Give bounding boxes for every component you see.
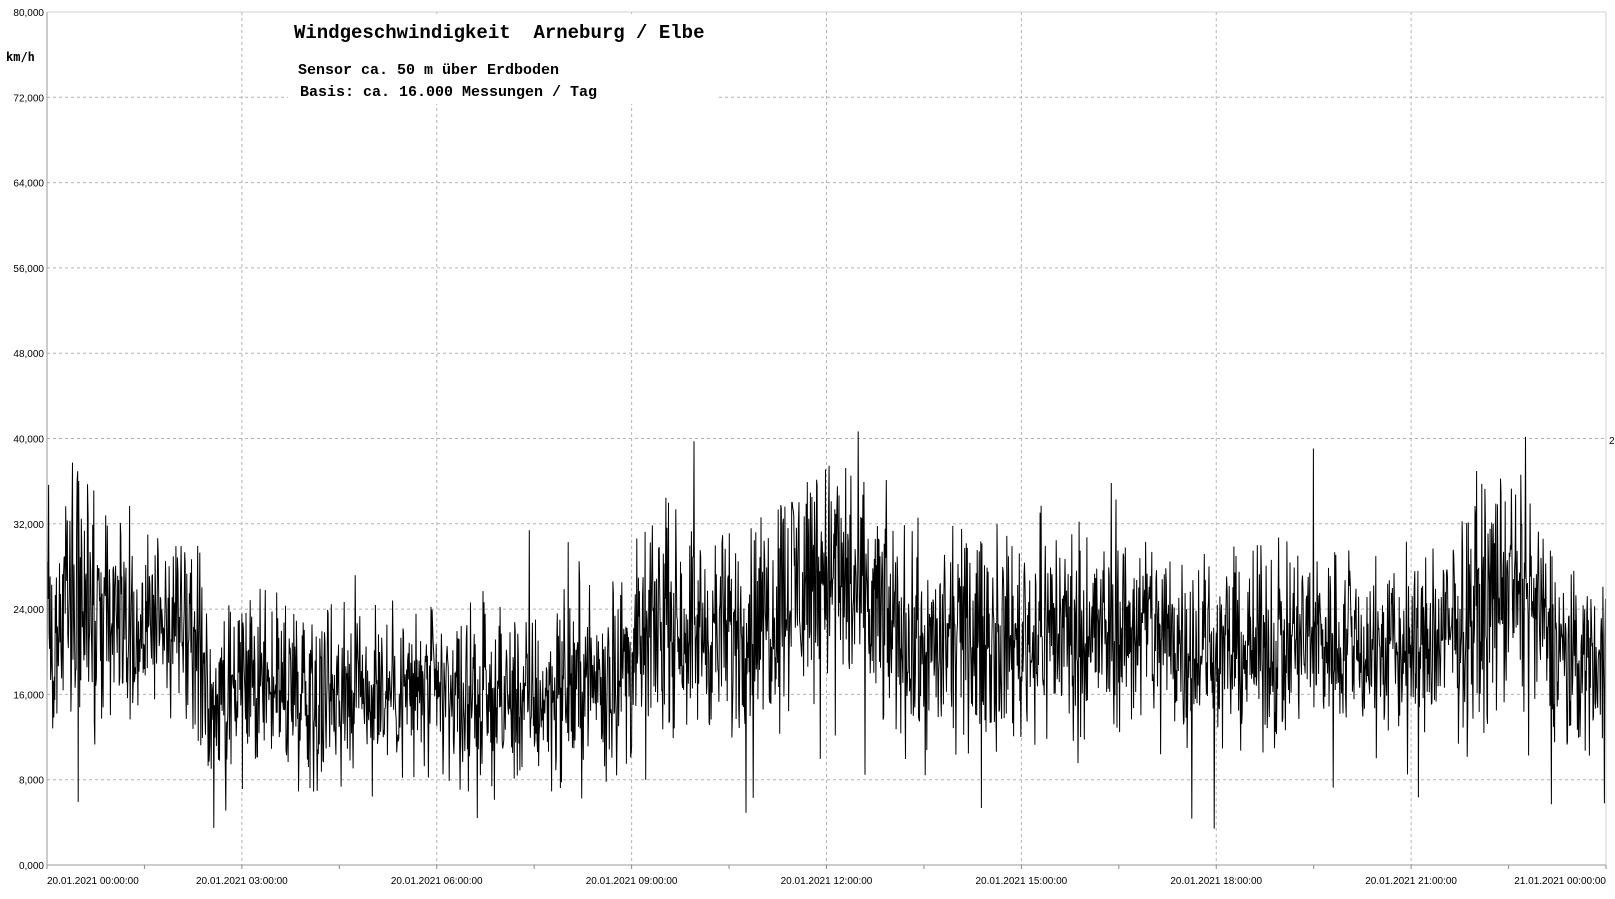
x-tick-label: 20.01.2021 15:00:00 bbox=[975, 876, 1067, 887]
x-tick-label: 21.01.2021 00:00:00 bbox=[1514, 876, 1606, 887]
x-tick-label: 20.01.2021 03:00:00 bbox=[196, 876, 288, 887]
chart-title: Windgeschwindigkeit Arneburg / Elbe bbox=[294, 22, 704, 44]
y-tick-label: 48,000 bbox=[13, 349, 44, 360]
y-tick-label: 64,000 bbox=[13, 179, 44, 190]
chart-subtitle-basis: Basis: ca. 16.000 Messungen / Tag bbox=[300, 84, 597, 101]
y-tick-label: 8,000 bbox=[19, 776, 44, 787]
y-tick-label: 40,000 bbox=[13, 435, 44, 446]
y-tick-label: 24,000 bbox=[13, 605, 44, 616]
y-tick-label: 16,000 bbox=[13, 690, 44, 701]
x-tick-label: 20.01.2021 09:00:00 bbox=[586, 876, 678, 887]
x-tick-label: 20.01.2021 06:00:00 bbox=[391, 876, 483, 887]
chart-canvas: 0,000 8,000 16,000 24,000 32,000 40,000 48,000… bbox=[0, 0, 1615, 899]
y-tick-label: 56,000 bbox=[13, 264, 44, 275]
y-tick-label: 80,000 bbox=[13, 8, 44, 19]
chart-subtitle-sensor: Sensor ca. 50 m über Erdboden bbox=[298, 62, 559, 79]
x-tick-label: 20.01.2021 00:00:00 bbox=[47, 876, 139, 887]
x-tick-label: 20.01.2021 12:00:00 bbox=[781, 876, 873, 887]
y-tick-label: 32,000 bbox=[13, 520, 44, 531]
y-axis-unit-label: km/h bbox=[6, 50, 35, 64]
x-tick-label: 20.01.2021 18:00:00 bbox=[1170, 876, 1262, 887]
y-tick-label: 72,000 bbox=[13, 93, 44, 104]
wind-speed-chart: 0,000 8,000 16,000 24,000 32,000 40,000 48,000… bbox=[0, 0, 1615, 899]
y-tick-label: 0,000 bbox=[19, 861, 44, 872]
right-edge-label: 2 bbox=[1609, 436, 1615, 447]
x-tick-label: 20.01.2021 21:00:00 bbox=[1365, 876, 1457, 887]
